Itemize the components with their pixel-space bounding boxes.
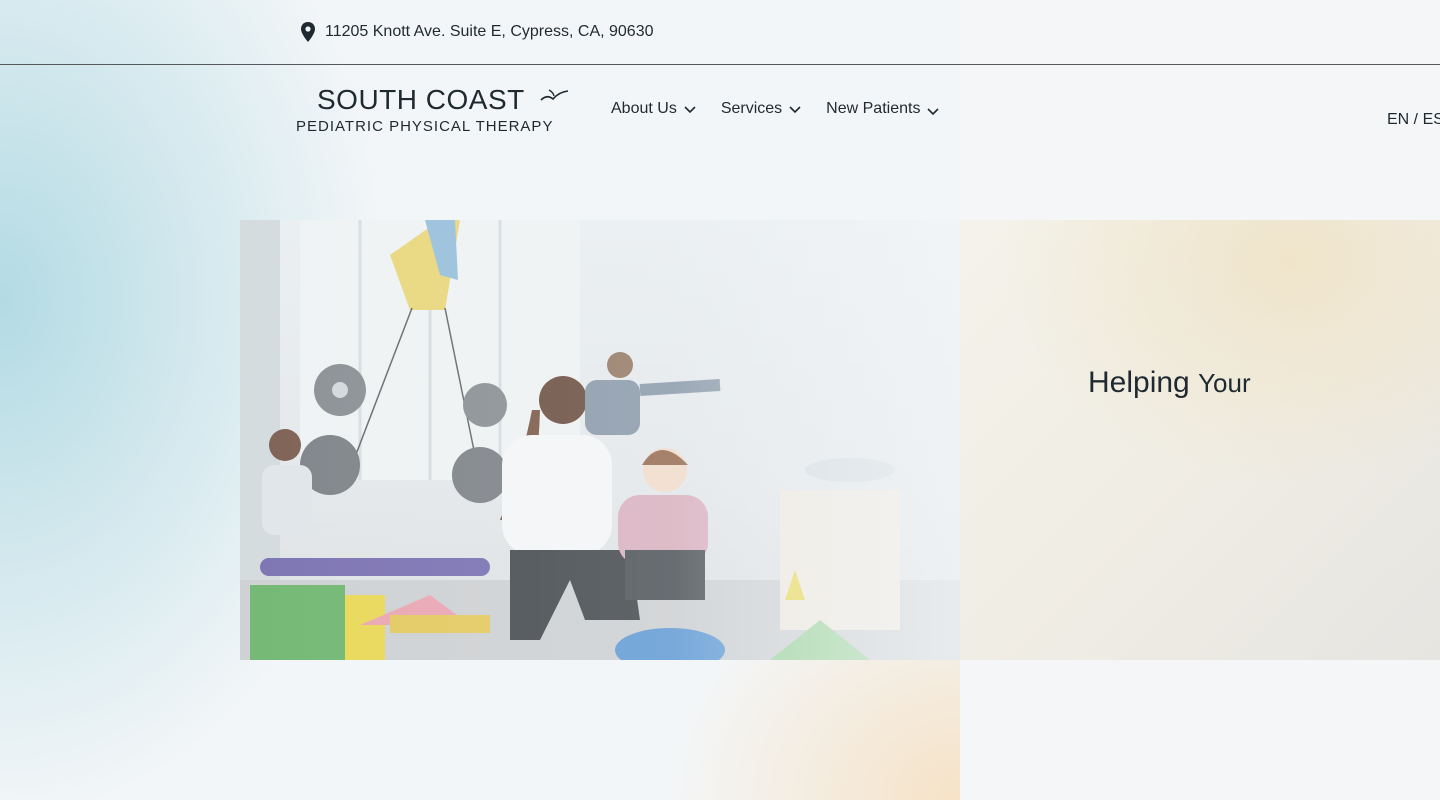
chevron-down-icon bbox=[684, 106, 696, 114]
logo[interactable]: SOUTH COAST PEDIATRIC PHYSICAL THERAPY bbox=[296, 84, 576, 140]
hero-heading-word1: Helping bbox=[1088, 366, 1190, 399]
bird-icon bbox=[540, 89, 569, 101]
hero-photo bbox=[240, 220, 960, 660]
nav-services[interactable]: Services bbox=[721, 100, 802, 118]
nav-services-label: Services bbox=[720, 100, 783, 117]
logo-subtitle: PEDIATRIC PHYSICAL THERAPY bbox=[296, 118, 554, 135]
chevron-down-icon bbox=[789, 106, 801, 114]
nav-about-us[interactable]: About Us bbox=[611, 100, 697, 118]
hero-heading-word2: Your bbox=[1198, 368, 1251, 398]
address-text: 11205 Knott Ave. Suite E, Cypress, CA, 9… bbox=[325, 23, 654, 40]
hero-photo-overlay bbox=[240, 220, 960, 660]
language-label: EN / ES bbox=[1387, 113, 1440, 125]
main-nav: About Us Services New Patients bbox=[611, 100, 940, 118]
top-bar: 11205 Knott Ave. Suite E, Cypress, CA, 9… bbox=[0, 0, 1440, 65]
chevron-down-icon bbox=[927, 108, 940, 116]
hero-panel: Helping Your bbox=[960, 220, 1440, 660]
language-switcher[interactable]: EN / ES bbox=[1387, 113, 1440, 125]
nav-about-us-label: About Us bbox=[611, 100, 677, 117]
hero-heading: Helping Your bbox=[1088, 366, 1251, 400]
logo-title: SOUTH COAST bbox=[317, 84, 525, 115]
nav-new-patients-label: New Patients bbox=[826, 100, 921, 117]
map-pin-icon bbox=[301, 22, 315, 42]
nav-new-patients[interactable]: New Patients bbox=[826, 100, 940, 118]
address-link[interactable]: 11205 Knott Ave. Suite E, Cypress, CA, 9… bbox=[299, 22, 654, 42]
